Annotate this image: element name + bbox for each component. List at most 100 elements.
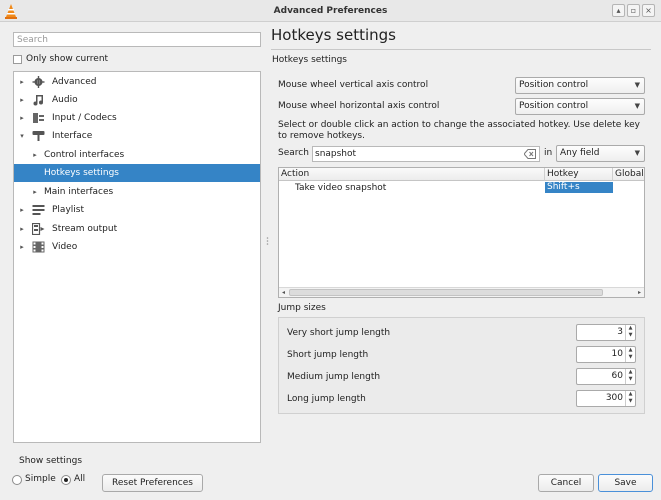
expand-arrow-icon[interactable]: ▸ (18, 73, 26, 91)
spinbox-arrows-icon[interactable]: ▲ ▼ (625, 325, 635, 340)
tree-item-video[interactable]: ▸ Video (14, 238, 260, 256)
scroll-left-icon[interactable]: ◂ (279, 288, 288, 297)
expand-arrow-icon[interactable]: ▸ (18, 238, 26, 256)
spinbox-arrows-icon[interactable]: ▲ ▼ (625, 347, 635, 362)
clear-icon[interactable] (524, 149, 536, 159)
save-button[interactable]: Save (598, 474, 653, 492)
table-cell-action[interactable]: Take video snapshot (295, 182, 386, 194)
settings-tree[interactable]: ▸ Advanced ▸ Audio ▸ Input / Codecs ▾ In… (13, 71, 261, 443)
long-jump-spinbox[interactable]: 300 ▲ ▼ (576, 390, 636, 407)
tree-item-interface[interactable]: ▾ Interface (14, 127, 260, 145)
settings-search-field[interactable] (13, 32, 261, 47)
tree-item-label: Audio (52, 95, 78, 105)
tree-item-label: Hotkeys settings (44, 168, 119, 178)
hotkey-search-input[interactable] (313, 147, 518, 161)
very-short-jump-spinbox[interactable]: 3 ▲ ▼ (576, 324, 636, 341)
tree-item-audio[interactable]: ▸ Audio (14, 91, 260, 109)
expand-arrow-icon[interactable]: ▸ (18, 91, 26, 109)
simple-radio-label[interactable]: Simple (25, 474, 56, 484)
tree-item-label: Video (52, 242, 78, 252)
search-field-select[interactable]: Any field ▼ (556, 145, 645, 162)
column-header-action[interactable]: Action (279, 168, 545, 181)
search-field-value: Any field (560, 148, 600, 158)
codec-icon (33, 113, 44, 123)
tree-item-input-codecs[interactable]: ▸ Input / Codecs (14, 109, 260, 127)
tree-item-label: Control interfaces (44, 150, 125, 160)
scrollbar-thumb[interactable] (289, 289, 603, 296)
gear-icon (32, 76, 45, 88)
audio-icon (33, 95, 43, 106)
panel-divider (271, 49, 651, 50)
spinbox-value: 3 (617, 327, 623, 337)
tree-item-label: Playlist (52, 205, 84, 215)
stream-icon (32, 223, 45, 235)
close-button[interactable]: × (642, 4, 655, 17)
vertical-wheel-value: Position control (519, 80, 589, 90)
hotkeys-table[interactable]: Action Hotkey Global Take video snapshot… (278, 167, 645, 298)
hotkey-info-text: Select or double click an action to chan… (278, 120, 640, 141)
vertical-wheel-select[interactable]: Position control ▼ (515, 77, 645, 94)
jump-sizes-group: Very short jump length 3 ▲ ▼ Short jump l… (278, 317, 645, 414)
tree-item-label: Main interfaces (44, 187, 114, 197)
spinbox-value: 10 (611, 349, 623, 359)
tree-item-label: Advanced (52, 77, 97, 87)
splitter-handle-icon[interactable] (266, 236, 269, 246)
short-jump-spinbox[interactable]: 10 ▲ ▼ (576, 346, 636, 363)
settings-search-input[interactable] (14, 33, 260, 46)
medium-jump-label: Medium jump length (287, 372, 381, 382)
cancel-button[interactable]: Cancel (538, 474, 594, 492)
vertical-wheel-label: Mouse wheel vertical axis control (278, 80, 429, 90)
expand-arrow-icon[interactable]: ▸ (18, 109, 26, 127)
medium-jump-spinbox[interactable]: 60 ▲ ▼ (576, 368, 636, 385)
show-settings-label: Show settings (19, 456, 83, 466)
horizontal-wheel-value: Position control (519, 101, 589, 111)
jump-sizes-title: Jump sizes (278, 303, 326, 313)
chevron-down-icon: ▼ (634, 81, 640, 89)
horizontal-scrollbar[interactable]: ◂ ▸ (279, 287, 644, 297)
video-icon (32, 241, 45, 253)
spinbox-value: 60 (611, 371, 623, 381)
minimize-button[interactable]: ▴ (612, 4, 625, 17)
tree-item-label: Input / Codecs (52, 113, 117, 123)
window-title: Advanced Preferences (273, 6, 388, 16)
expand-arrow-icon[interactable]: ▸ (18, 201, 26, 219)
spinbox-arrows-icon[interactable]: ▲ ▼ (625, 369, 635, 384)
interface-icon (32, 131, 45, 141)
tree-item-control-interfaces[interactable]: ▸ Control interfaces (14, 146, 260, 164)
tree-item-label: Interface (52, 131, 93, 141)
reset-preferences-button[interactable]: Reset Preferences (102, 474, 203, 492)
all-radio[interactable] (61, 475, 71, 485)
table-cell-hotkey[interactable]: Shift+s (545, 182, 613, 193)
horizontal-wheel-select[interactable]: Position control ▼ (515, 98, 645, 115)
column-header-hotkey[interactable]: Hotkey (545, 168, 613, 181)
spinbox-arrows-icon[interactable]: ▲ ▼ (625, 391, 635, 406)
expand-arrow-icon[interactable]: ▸ (18, 220, 26, 238)
expand-arrow-icon[interactable]: ▸ (31, 146, 39, 164)
long-jump-label: Long jump length (287, 394, 366, 404)
panel-subtitle: Hotkeys settings (272, 55, 347, 65)
window-controls: ▴ ▫ × (612, 4, 655, 18)
hotkey-search-field[interactable] (312, 146, 540, 162)
hotkey-search-label: Search (278, 148, 309, 158)
panel-title: Hotkeys settings (271, 26, 396, 44)
very-short-jump-label: Very short jump length (287, 328, 391, 338)
only-show-current-checkbox[interactable] (13, 55, 22, 64)
scroll-right-icon[interactable]: ▸ (635, 288, 644, 297)
playlist-icon (32, 205, 45, 215)
tree-item-main-interfaces[interactable]: ▸ Main interfaces (14, 183, 260, 201)
chevron-down-icon: ▼ (634, 149, 640, 157)
collapse-arrow-icon[interactable]: ▾ (18, 127, 26, 145)
horizontal-wheel-label: Mouse wheel horizontal axis control (278, 101, 440, 111)
all-radio-label[interactable]: All (74, 474, 85, 484)
tree-item-advanced[interactable]: ▸ Advanced (14, 73, 260, 91)
tree-item-stream-output[interactable]: ▸ Stream output (14, 220, 260, 238)
maximize-button[interactable]: ▫ (627, 4, 640, 17)
spinbox-value: 300 (605, 393, 623, 403)
search-in-label: in (544, 148, 553, 158)
expand-arrow-icon[interactable]: ▸ (31, 183, 39, 201)
tree-item-hotkeys-settings[interactable]: Hotkeys settings (14, 164, 260, 182)
tree-item-playlist[interactable]: ▸ Playlist (14, 201, 260, 219)
column-header-global[interactable]: Global (613, 168, 644, 181)
simple-radio[interactable] (12, 475, 22, 485)
tree-item-label: Stream output (52, 224, 118, 234)
